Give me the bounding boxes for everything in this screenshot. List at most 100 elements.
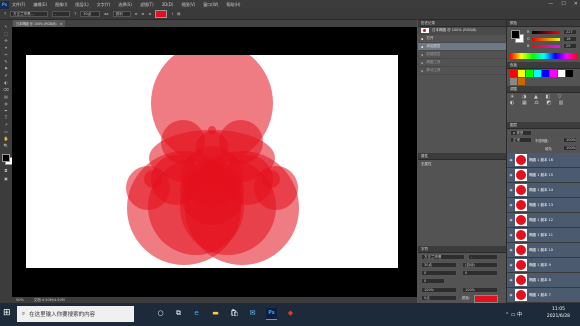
zoom-level[interactable]: 50%: [16, 298, 24, 302]
char-baseline-shift[interactable]: 0点: [421, 295, 457, 301]
quick-select-tool-icon[interactable]: ⌖: [3, 45, 9, 50]
close-icon[interactable]: ✕: [574, 1, 578, 7]
align-center-icon[interactable]: ≡: [142, 12, 145, 16]
char-horizontal-scale[interactable]: 100%: [462, 287, 498, 293]
marquee-tool-icon[interactable]: ⬚: [3, 31, 9, 36]
ellipse-shape[interactable]: [185, 151, 299, 265]
green-value[interactable]: 16: [563, 36, 577, 42]
crop-tool-icon[interactable]: ✂: [3, 52, 9, 57]
char-font-style[interactable]: -: [468, 254, 498, 260]
menu-file[interactable]: 文件(F): [12, 2, 25, 8]
type-tool-icon[interactable]: T: [4, 12, 6, 16]
adjustments-panel-header[interactable]: 调整: [507, 86, 580, 93]
color-swatch[interactable]: [510, 70, 517, 77]
edge-browser-icon[interactable]: e: [191, 308, 202, 319]
color-panel-header[interactable]: 颜色: [507, 20, 580, 27]
red-value[interactable]: 227: [563, 29, 577, 35]
layer-row[interactable]: ◉ 椭圆 1 副本 10: [507, 243, 580, 258]
align-right-icon[interactable]: ≡: [148, 12, 151, 16]
green-slider[interactable]: [532, 38, 560, 41]
color-panel-foreground[interactable]: [511, 30, 520, 39]
move-tool-icon[interactable]: ↖: [3, 24, 9, 29]
ellipse-shape[interactable]: [144, 170, 162, 188]
char-font-family[interactable]: 方正兰亭黑: [421, 254, 465, 260]
file-explorer-icon[interactable]: ▬: [210, 308, 221, 319]
font-size-select[interactable]: 30点: [80, 11, 101, 17]
healing-tool-icon[interactable]: ⚑: [3, 66, 9, 71]
opacity-value[interactable]: 100%: [563, 137, 577, 143]
visibility-eye-icon[interactable]: ◉: [507, 293, 515, 297]
menu-help[interactable]: 帮助(H): [226, 2, 240, 8]
close-tab-icon[interactable]: ×: [60, 22, 63, 26]
menu-layer[interactable]: 图层(L): [75, 2, 88, 8]
cortana-icon[interactable]: ○: [155, 308, 166, 319]
char-tsume[interactable]: 0: [421, 278, 445, 284]
color-swatch[interactable]: [518, 78, 525, 85]
visibility-eye-icon[interactable]: ◉: [507, 233, 515, 237]
menu-edit[interactable]: 编辑(E): [33, 2, 47, 8]
visibility-eye-icon[interactable]: ◉: [507, 248, 515, 252]
menu-type[interactable]: 文字(Y): [97, 2, 111, 8]
char-tracking[interactable]: 0: [462, 270, 498, 276]
stamp-tool-icon[interactable]: ◐: [3, 80, 9, 85]
blue-value[interactable]: 29: [563, 43, 577, 49]
layer-row[interactable]: ◉ 椭圆 1 副本 11: [507, 228, 580, 243]
adjustment-icons[interactable]: ☀ ◑ ▲ ◧ ▽ ◐ ▦ ⚖ ◩ ▥: [510, 94, 566, 106]
layer-row[interactable]: ◉ 椭圆 1 副本 15: [507, 168, 580, 183]
align-left-icon[interactable]: ≡: [135, 12, 138, 16]
gradient-tool-icon[interactable]: ▤: [3, 94, 9, 99]
history-item[interactable]: ▪ 打开: [418, 35, 506, 43]
path-select-tool-icon[interactable]: ↗: [3, 122, 9, 127]
char-panel-icon[interactable]: ▤: [177, 12, 180, 16]
document-tab[interactable]: 日本椭圆 @ 100% (RGB/8) ×: [13, 20, 66, 27]
visibility-eye-icon[interactable]: ◉: [507, 203, 515, 207]
layer-row[interactable]: ◉ 椭圆 1 副本 12: [507, 213, 580, 228]
history-snapshot[interactable]: 日本椭圆 @ 100% (RGB/8): [418, 27, 506, 35]
blue-slider[interactable]: [532, 45, 560, 48]
screen-mode-icon[interactable]: ▣: [3, 176, 9, 181]
font-style-select[interactable]: -: [52, 11, 71, 17]
character-panel-header[interactable]: 字符: [418, 246, 506, 253]
blur-tool-icon[interactable]: ◍: [3, 101, 9, 106]
aa-mode-select[interactable]: 锐利: [112, 11, 131, 17]
foreground-color-swatch[interactable]: [2, 154, 10, 162]
visibility-eye-icon[interactable]: ◉: [507, 188, 515, 192]
menu-view[interactable]: 视图(V): [181, 2, 195, 8]
fill-value[interactable]: 100%: [563, 145, 577, 151]
shape-tool-icon[interactable]: ▭: [3, 129, 9, 134]
windows-start-icon[interactable]: ⊞: [3, 308, 13, 318]
maximize-icon[interactable]: ☐: [561, 1, 565, 7]
menu-filter[interactable]: 滤镜(T): [140, 2, 154, 8]
color-swatch[interactable]: [526, 70, 533, 77]
layers-panel-header[interactable]: 图层: [507, 122, 580, 129]
char-color-swatch[interactable]: [474, 295, 498, 303]
swatches-panel-header[interactable]: 色板: [507, 62, 580, 69]
menu-3d[interactable]: 3D(D): [162, 2, 174, 7]
layer-kind-filter[interactable]: ρ 类型: [510, 130, 532, 136]
visibility-eye-icon[interactable]: ◉: [507, 263, 515, 267]
color-swatch[interactable]: [558, 70, 565, 77]
type-tool-icon[interactable]: T: [3, 115, 9, 120]
layer-row[interactable]: ◉ 椭圆 1 副本 9: [507, 258, 580, 273]
visibility-eye-icon[interactable]: ◉: [507, 218, 515, 222]
font-family-select[interactable]: 方正兰亭黑...: [10, 11, 49, 17]
task-view-icon[interactable]: ⧉: [173, 308, 184, 319]
history-item[interactable]: ▪ 添加图层: [418, 43, 506, 51]
visibility-eye-icon[interactable]: ◉: [507, 158, 515, 162]
char-vertical-scale[interactable]: 100%: [421, 287, 457, 293]
layer-row[interactable]: ◉ 椭圆 1 副本 7: [507, 288, 580, 303]
menu-select[interactable]: 选择(S): [118, 2, 132, 8]
menu-window[interactable]: 窗口(W): [203, 2, 218, 8]
taskbar-clock[interactable]: 11:05 2021/6/28: [547, 306, 570, 320]
hand-tool-icon[interactable]: ✋: [3, 136, 9, 141]
warp-text-icon[interactable]: ⌇: [171, 12, 173, 16]
color-swatch[interactable]: [534, 70, 541, 77]
char-font-size[interactable]: 30点: [421, 262, 457, 268]
ellipse-shape[interactable]: [262, 170, 280, 188]
color-swatch[interactable]: [510, 78, 517, 85]
history-item[interactable]: ▪ 新建图层: [418, 51, 506, 59]
text-color-swatch[interactable]: [155, 10, 168, 18]
color-swatch[interactable]: [550, 70, 557, 77]
layer-row[interactable]: ◉ 椭圆 1 副本 13: [507, 198, 580, 213]
color-swatch[interactable]: [518, 70, 525, 77]
